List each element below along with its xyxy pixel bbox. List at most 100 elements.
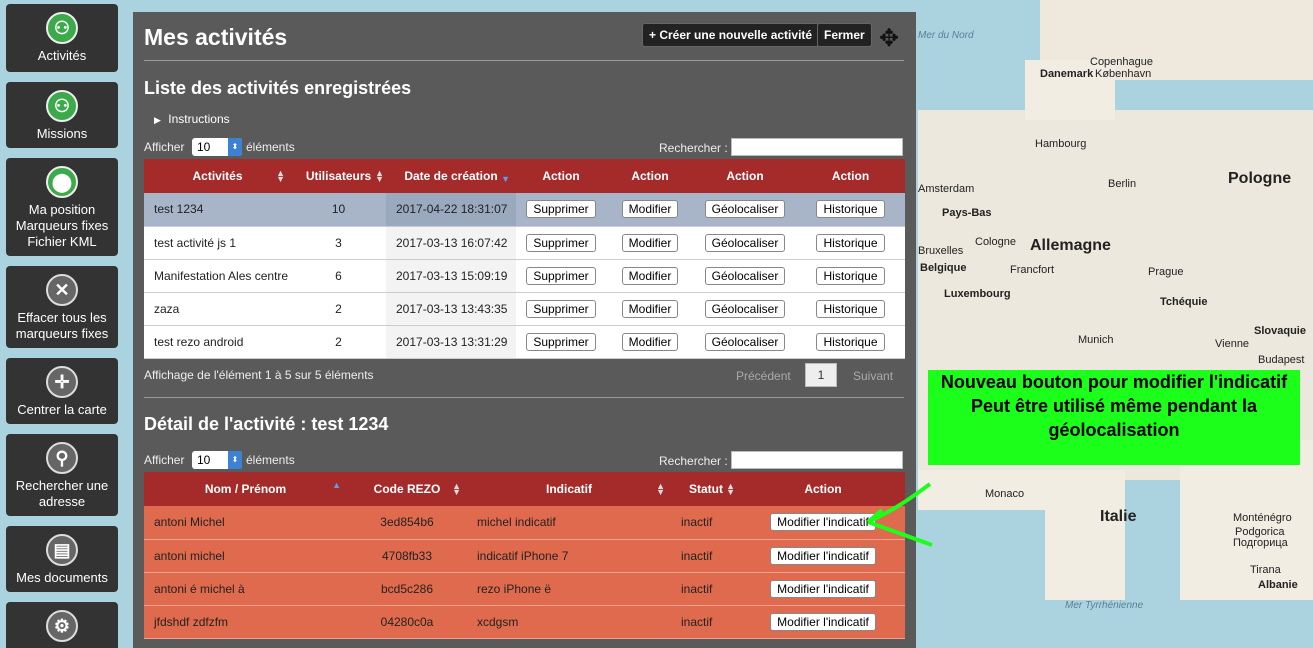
map-label-berlin: Berlin xyxy=(1108,178,1137,190)
search-input[interactable] xyxy=(731,451,903,469)
action-cell: Historique xyxy=(796,325,905,359)
elements-label: éléments xyxy=(246,453,295,467)
action-cell: Historique xyxy=(796,259,905,293)
activity-users: 6 xyxy=(291,259,386,293)
close-icon: ✕ xyxy=(46,274,78,306)
sidebar-item-label: Centrer la carte xyxy=(17,402,107,417)
edit-button[interactable]: Modifier xyxy=(621,332,679,351)
delete-button[interactable]: Supprimer xyxy=(526,233,596,252)
map-label-tchequie: Tchéquie xyxy=(1160,296,1208,308)
sidebar-item-centrer[interactable]: ✛ Centrer la carte xyxy=(6,358,118,424)
member-name: antoni é michel à xyxy=(144,572,347,606)
pager-previous[interactable]: Précédent xyxy=(736,369,791,383)
instructions-toggle[interactable]: ▶ Instructions xyxy=(154,112,230,126)
move-icon[interactable]: ✥ xyxy=(876,26,902,52)
sidebar-item-settings[interactable]: ⚙ xyxy=(6,602,118,648)
map-label-vienne: Vienne xyxy=(1215,338,1250,350)
edit-button[interactable]: Modifier xyxy=(621,233,679,252)
member-name: antoni michel xyxy=(144,539,347,573)
table-row[interactable]: antoni Michel 3ed854b6 michel indicatif ina… xyxy=(144,506,905,540)
action-cell: Modifier l'indicatif xyxy=(741,572,905,606)
map-label-monaco: Monaco xyxy=(985,488,1025,500)
table-header-row: Nom / Prénom ▲ Code REZO ▲ ▼ Indicatif ▲ ▼ St… xyxy=(144,472,905,506)
page-length-select[interactable]: 10 ⬍ xyxy=(192,138,242,156)
annotation-arrow-icon xyxy=(866,482,933,547)
member-callsign: indicatif iPhone 7 xyxy=(467,539,671,573)
action-cell: Modifier xyxy=(606,325,694,359)
delete-button[interactable]: Supprimer xyxy=(526,200,596,219)
sidebar-item-documents[interactable]: ▤ Mes documents xyxy=(6,526,118,592)
history-button[interactable]: Historique xyxy=(816,233,885,252)
geolocate-button[interactable]: Géolocaliser xyxy=(704,299,786,318)
history-button[interactable]: Historique xyxy=(816,299,885,318)
col-header-action: Action xyxy=(606,159,694,193)
delete-button[interactable]: Supprimer xyxy=(526,299,596,318)
edit-callsign-button[interactable]: Modifier l'indicatif xyxy=(770,579,876,598)
table-row[interactable]: Manifestation Ales centre 6 2017-03-13 15:… xyxy=(144,259,905,293)
activity-users: 2 xyxy=(291,325,386,359)
activity-name: zaza xyxy=(144,292,291,326)
sidebar-item-effacer[interactable]: ✕ Effacer tous les marqueurs fixes xyxy=(6,266,118,348)
target-icon: ✛ xyxy=(46,366,78,398)
sidebar-item-activites[interactable]: ⚇ Activités xyxy=(6,4,118,72)
table-row[interactable]: antoni é michel à bcd5c286 rezo iPhone ë in… xyxy=(144,572,905,606)
table-row[interactable]: jfdshdf zdfzfm 04280c0a xcdgsm inactif Modif… xyxy=(144,605,905,639)
map-label-podgorica-local: Подгорица xyxy=(1233,537,1288,549)
pager-page-1[interactable]: 1 xyxy=(805,363,837,387)
geolocate-button[interactable]: Géolocaliser xyxy=(704,266,786,285)
col-header-code[interactable]: Code REZO ▲ ▼ xyxy=(347,472,467,506)
col-header-date[interactable]: Date de création ▼ xyxy=(386,159,516,193)
table-row[interactable]: antoni michel 4708fb33 indicatif iPhone 7i… xyxy=(144,539,905,573)
activity-date: 2017-03-13 15:09:19 xyxy=(386,259,516,293)
updown-icon: ⬍ xyxy=(228,451,242,469)
create-activity-button[interactable]: + Créer une nouvelle activité xyxy=(642,23,820,47)
col-header-action: Action xyxy=(694,159,796,193)
map-label-kobenhavn: København xyxy=(1095,68,1152,80)
table-row[interactable]: test rezo android 2 2017-03-13 13:31:29 Sup… xyxy=(144,325,905,359)
member-code: bcd5c286 xyxy=(347,572,467,606)
activity-users: 10 xyxy=(291,193,386,227)
map-label-pologne: Pologne xyxy=(1228,170,1292,187)
table-row[interactable]: test activité js 1 3 2017-03-13 16:07:42 Su… xyxy=(144,226,905,260)
table-row[interactable]: zaza 2 2017-03-13 13:43:35 Supprimer Modifie… xyxy=(144,292,905,326)
delete-button[interactable]: Supprimer xyxy=(526,266,596,285)
list-title: Liste des activités enregistrées xyxy=(144,78,412,98)
map-label-bruxelles: Bruxelles xyxy=(918,245,964,257)
action-cell: Géolocaliser xyxy=(694,325,796,359)
geolocate-button[interactable]: Géolocaliser xyxy=(704,233,786,252)
history-button[interactable]: Historique xyxy=(816,266,885,285)
map-label-copenhague: Copenhague xyxy=(1090,56,1154,68)
action-cell: Géolocaliser xyxy=(694,292,796,326)
edit-button[interactable]: Modifier xyxy=(621,266,679,285)
sidebar-item-missions[interactable]: ⚇ Missions xyxy=(6,82,118,148)
edit-callsign-button[interactable]: Modifier l'indicatif xyxy=(770,612,876,631)
action-cell: Supprimer xyxy=(516,193,606,227)
action-cell: Modifier xyxy=(606,226,694,260)
col-header-activites[interactable]: Activités ▲ ▼ xyxy=(144,159,291,193)
activity-name: test activité js 1 xyxy=(144,226,291,260)
geolocate-button[interactable]: Géolocaliser xyxy=(704,332,786,351)
col-header-indicatif[interactable]: Indicatif ▲ ▼ xyxy=(467,472,671,506)
pager-next[interactable]: Suivant xyxy=(853,369,893,383)
col-header-statut[interactable]: Statut ▲ ▼ xyxy=(671,472,741,506)
annotation-line-1: Nouveau bouton pour modifier l'indicatif xyxy=(940,372,1288,392)
edit-button[interactable]: Modifier xyxy=(621,200,679,219)
col-header-nom[interactable]: Nom / Prénom ▲ xyxy=(144,472,347,506)
col-header-utilisateurs[interactable]: Utilisateurs ▲ ▼ xyxy=(291,159,386,193)
history-button[interactable]: Historique xyxy=(816,200,885,219)
sidebar: ⚇ Activités ⚇ Missions ⬤ Ma position Mar… xyxy=(0,0,125,648)
page-length-select[interactable]: 10 ⬍ xyxy=(192,451,242,469)
history-button[interactable]: Historique xyxy=(816,332,885,351)
sidebar-item-ma-position[interactable]: ⬤ Ma position Marqueurs fixes Fichier KM… xyxy=(6,158,118,256)
col-header-action: Action xyxy=(796,159,905,193)
sort-icon: ▲ ▼ xyxy=(276,168,285,184)
search-input[interactable] xyxy=(731,138,903,156)
sidebar-item-rechercher[interactable]: ⚲ Rechercher une adresse xyxy=(6,434,118,516)
geolocate-button[interactable]: Géolocaliser xyxy=(704,200,786,219)
edit-button[interactable]: Modifier xyxy=(621,299,679,318)
delete-button[interactable]: Supprimer xyxy=(526,332,596,351)
member-code: 04280c0a xyxy=(347,605,467,639)
table-row[interactable]: test 1234 10 2017-04-22 18:31:07 Supprimer M… xyxy=(144,193,905,227)
close-button[interactable]: Fermer xyxy=(817,23,872,47)
action-cell: Historique xyxy=(796,292,905,326)
